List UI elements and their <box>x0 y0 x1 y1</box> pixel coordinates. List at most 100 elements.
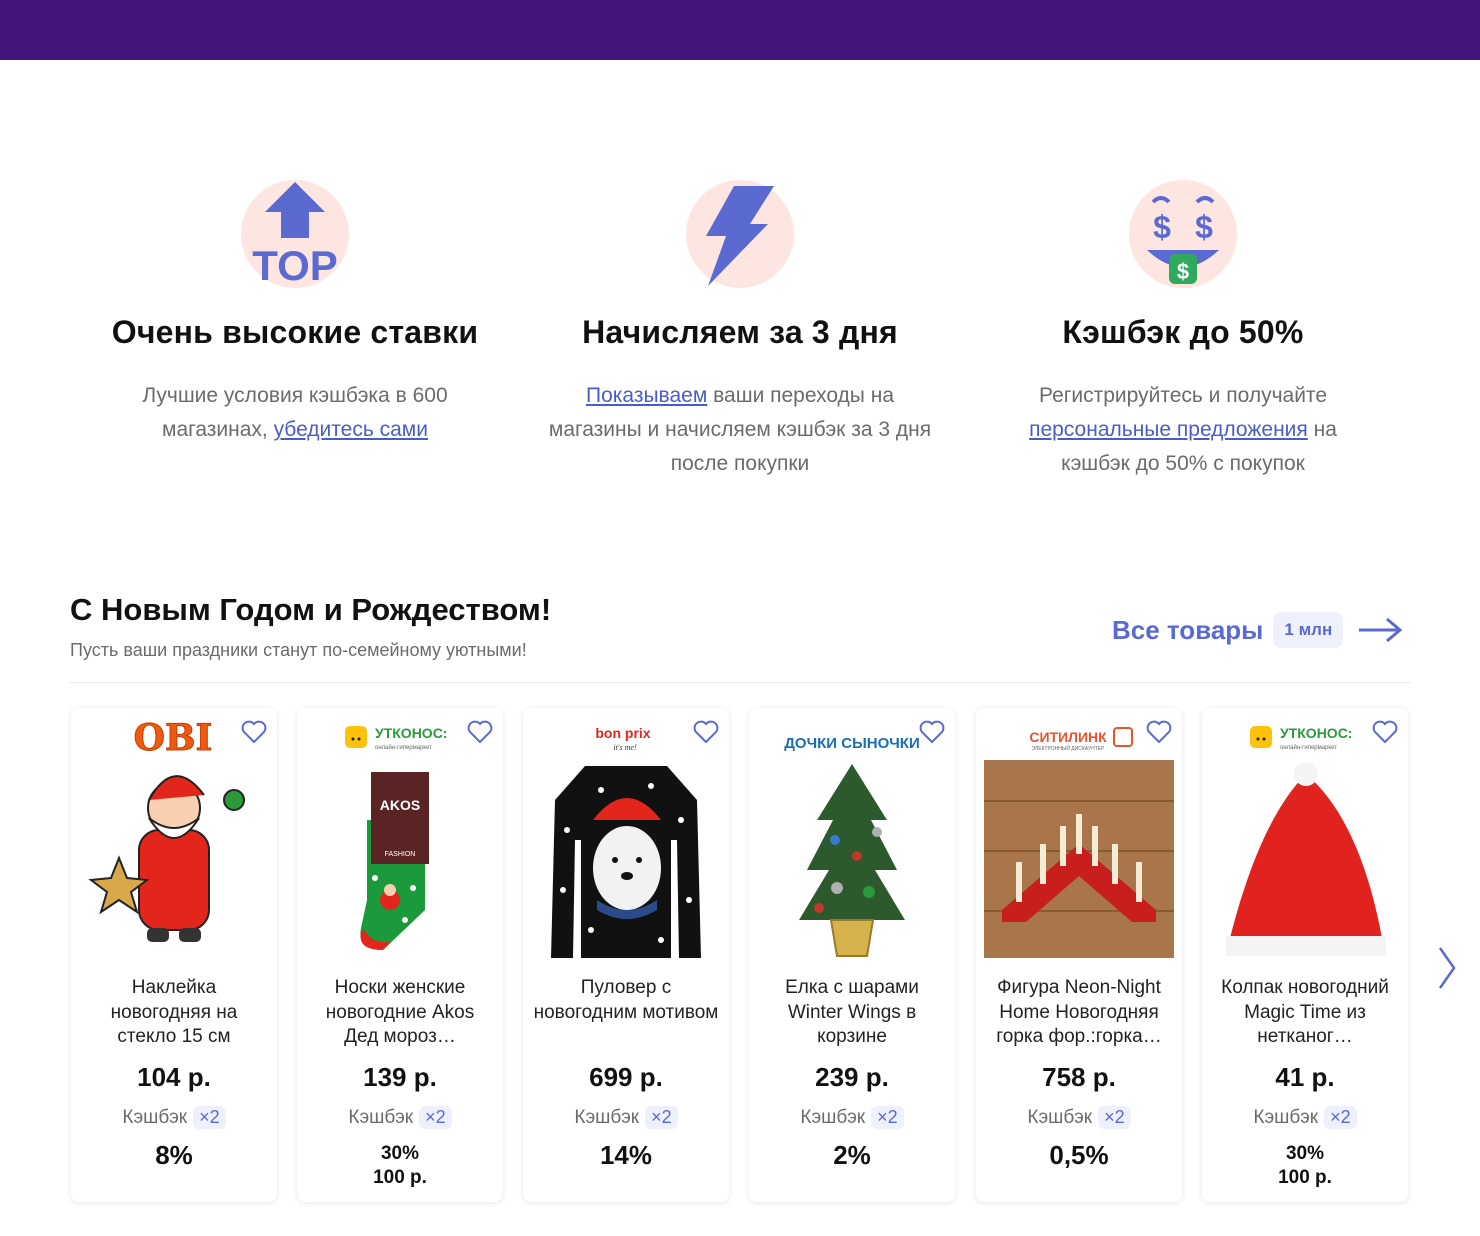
svg-text:ЭЛЕКТРОННЫЙ ДИСКАУНТЕР: ЭЛЕКТРОННЫЙ ДИСКАУНТЕР <box>1032 744 1106 752</box>
arrow-right-icon[interactable] <box>1357 617 1403 643</box>
cashback-value: 8% <box>155 1140 193 1170</box>
cashback-value: 30% 100 р. <box>1202 1142 1408 1190</box>
cashback-value: 30% 100 р. <box>297 1142 503 1190</box>
candle-bridge-image <box>984 760 1174 958</box>
cashback-value: 0,5% <box>1049 1140 1109 1170</box>
svg-text:$: $ <box>1153 209 1171 245</box>
cashback-label: Кэшбэк <box>348 1106 414 1128</box>
features-section: TOP Очень высокие ставки Лучшие условия … <box>70 180 1410 500</box>
feature-title: Очень высокие ставки <box>111 314 479 350</box>
cashback-row: Кэшбэк ×2 <box>749 1106 955 1129</box>
feature-title: Кэшбэк до 50% <box>1062 314 1304 350</box>
svg-text:онлайн-гипермаркет: онлайн-гипермаркет <box>375 744 432 751</box>
heart-icon[interactable] <box>1372 720 1398 744</box>
feature-high-rates: TOP Очень высокие ставки Лучшие условия … <box>70 180 520 447</box>
heart-icon[interactable] <box>241 720 267 744</box>
feature-text-part: Регистрируйтесь и получайте <box>1038 384 1327 407</box>
cashback-label: Кэшбэк <box>1027 1106 1093 1128</box>
product-card[interactable]: bon prix it's me! Пуловер с новогодним м… <box>523 708 729 1202</box>
personal-offers-link[interactable]: персональные предложения <box>1029 418 1308 441</box>
heart-icon[interactable] <box>467 720 493 744</box>
all-products-link[interactable]: Все товары 1 млн <box>1112 610 1403 650</box>
section-divider <box>70 682 1410 683</box>
product-name[interactable]: Пуловер с новогодним мотивом <box>533 976 719 1050</box>
cashback-label: Кэшбэк <box>574 1106 640 1128</box>
cashback-row: Кэшбэк ×2 <box>71 1106 277 1129</box>
svg-text:FASHION: FASHION <box>385 851 416 858</box>
heart-icon[interactable] <box>919 720 945 744</box>
product-name[interactable]: Наклейка новогодняя на стекло 15 см <box>81 976 267 1050</box>
cashback-row: Кэшбэк ×2 <box>523 1106 729 1129</box>
multiplier-badge: ×2 <box>1324 1106 1357 1129</box>
multiplier-badge: ×2 <box>419 1106 452 1129</box>
svg-text:AKOS: AKOS <box>380 797 420 813</box>
feature-cashback-50: $ $ $ Кэшбэк до 50% Регистрируйтесь и по… <box>958 180 1408 481</box>
chevron-right-icon[interactable] <box>1436 944 1458 992</box>
cashback-value: 14% <box>599 1140 653 1170</box>
cashback-row: Кэшбэк ×2 <box>297 1106 503 1129</box>
product-card[interactable]: СИТИЛИНК ЭЛЕКТРОННЫЙ ДИСКАУНТЕР Фигура N… <box>976 708 1182 1202</box>
christmas-socks-image: AKOS FASHION <box>305 760 495 958</box>
cashback-value: 2% <box>833 1140 871 1170</box>
feature-fast-accrual: Начисляем за 3 дня Показываем ваши перех… <box>515 180 965 481</box>
cashback-amount: 100 р. <box>1278 1167 1332 1188</box>
svg-text:УТКОНОС:: УТКОНОС: <box>1280 725 1352 741</box>
feature-text: Показываем ваши переходы на магазины и н… <box>515 379 965 481</box>
verify-link[interactable]: убедитесь сами <box>274 418 428 441</box>
svg-text:ДОЧКИ СЫНОЧКИ: ДОЧКИ СЫНОЧКИ <box>784 735 920 752</box>
product-name[interactable]: Носки женские новогодние Akos Дед мороз… <box>307 976 493 1050</box>
multiplier-badge: ×2 <box>871 1106 904 1129</box>
heart-icon[interactable] <box>693 720 719 744</box>
bear-sweater-image <box>531 760 721 958</box>
svg-text:$: $ <box>1195 209 1213 245</box>
lightning-icon <box>686 180 794 288</box>
cashback-row: Кэшбэк ×2 <box>1202 1106 1408 1129</box>
svg-text:УТКОНОС:: УТКОНОС: <box>375 725 447 741</box>
santa-hat-image <box>1210 760 1400 958</box>
cashback-amount: 100 р. <box>373 1167 427 1188</box>
product-card[interactable]: OBI Наклейка новогодняя на стекло 15 см … <box>71 708 277 1202</box>
multiplier-badge: ×2 <box>1098 1106 1131 1129</box>
product-price: 104 р. <box>137 1062 211 1092</box>
cashback-label: Кэшбэк <box>800 1106 866 1128</box>
feature-text: Лучшие условия кэшбэка в 600 магазинах, … <box>70 379 520 447</box>
feature-title: Начисляем за 3 дня <box>582 314 898 350</box>
product-name[interactable]: Колпак новогодний Magic Time из нетканог… <box>1212 976 1398 1050</box>
section-subtitle: Пусть ваши праздники станут по-семейному… <box>70 640 527 660</box>
multiplier-badge: ×2 <box>193 1106 226 1129</box>
product-price: 758 р. <box>1042 1062 1116 1092</box>
svg-text:it's me!: it's me! <box>613 743 637 752</box>
cashback-percent: 30% <box>380 1143 420 1164</box>
top-arrow-icon: TOP <box>241 180 349 289</box>
heart-icon[interactable] <box>1146 720 1172 744</box>
product-name[interactable]: Фигура Neon-Night Home Новогодняя горка … <box>986 976 1172 1050</box>
product-card[interactable]: ДОЧКИ СЫНОЧКИ Елка с шарами Winter Wings… <box>749 708 955 1202</box>
feature-text: Регистрируйтесь и получайте персональные… <box>958 379 1408 481</box>
top-navigation-bar <box>0 0 1480 60</box>
svg-text:СИТИЛИНК: СИТИЛИНК <box>1029 729 1107 745</box>
svg-text:OBI: OBI <box>134 718 213 754</box>
all-products-label[interactable]: Все товары <box>1112 615 1263 646</box>
cashback-percent: 30% <box>1285 1143 1325 1164</box>
christmas-tree-image <box>757 760 947 958</box>
section-title: С Новым Годом и Рождеством! <box>70 592 552 627</box>
money-face-icon: $ $ $ <box>1129 180 1237 288</box>
cashback-label: Кэшбэк <box>1253 1106 1319 1128</box>
product-card[interactable]: УТКОНОС: онлайн-гипермаркет Колпак новог… <box>1202 708 1408 1202</box>
top-icon-text: TOP <box>252 242 338 288</box>
product-price: 239 р. <box>815 1062 889 1092</box>
santa-sticker-image <box>79 760 269 958</box>
cashback-label: Кэшбэк <box>122 1106 188 1128</box>
svg-text:bon prix: bon prix <box>595 725 650 741</box>
product-price: 41 р. <box>1275 1062 1335 1092</box>
product-price: 139 р. <box>363 1062 437 1092</box>
products-count-badge: 1 млн <box>1273 612 1344 648</box>
product-name[interactable]: Елка с шарами Winter Wings в корзине <box>759 976 945 1050</box>
show-transitions-link[interactable]: Показываем <box>586 384 707 407</box>
multiplier-badge: ×2 <box>645 1106 678 1129</box>
cashback-row: Кэшбэк ×2 <box>976 1106 1182 1129</box>
product-card[interactable]: УТКОНОС: онлайн-гипермаркет AKOS FASHION… <box>297 708 503 1202</box>
svg-text:$: $ <box>1177 259 1189 284</box>
svg-text:онлайн-гипермаркет: онлайн-гипермаркет <box>1280 744 1337 751</box>
product-price: 699 р. <box>589 1062 663 1092</box>
